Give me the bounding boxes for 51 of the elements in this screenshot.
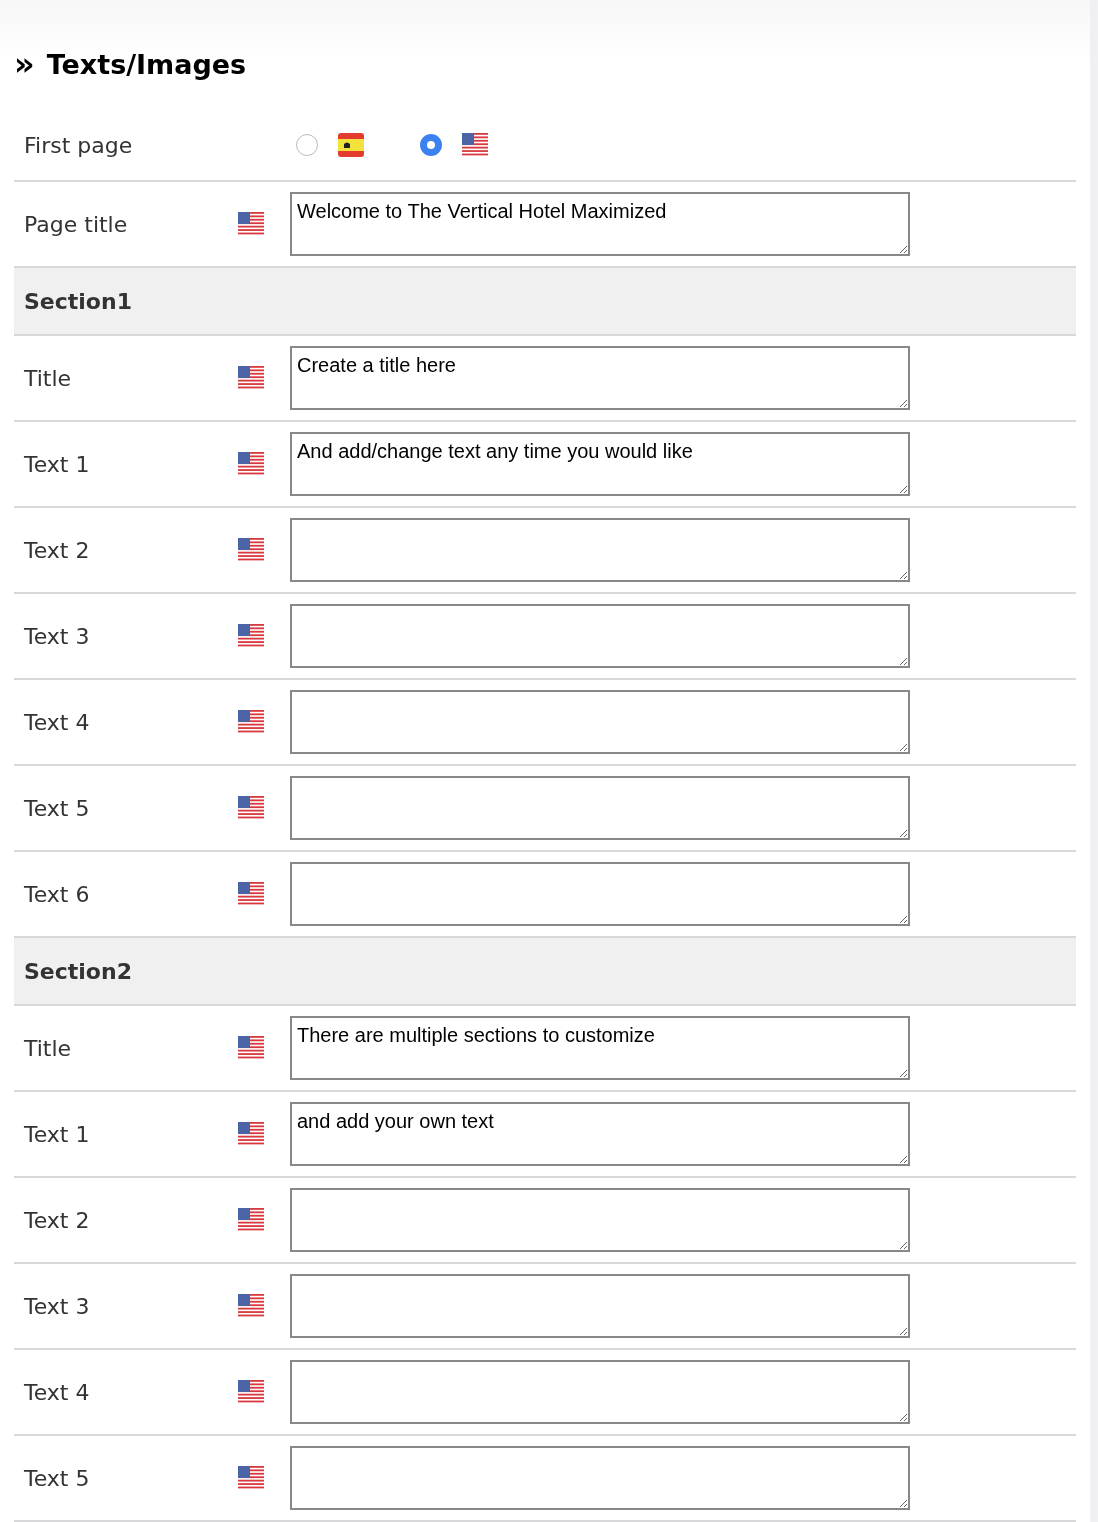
input-field[interactable]: and add your own text (290, 1102, 910, 1166)
input-field[interactable] (290, 1188, 910, 1252)
spain-flag-icon (338, 133, 364, 157)
field-label: Title (23, 1035, 73, 1061)
input-field[interactable] (290, 604, 910, 668)
us-flag-icon (238, 1122, 264, 1146)
input-field[interactable] (290, 862, 910, 926)
us-flag-icon (238, 796, 264, 820)
radio-button[interactable] (296, 134, 318, 156)
input-field[interactable] (290, 690, 910, 754)
input-field[interactable] (290, 776, 910, 840)
section-title: Section1 (24, 288, 132, 314)
field-label: Page title (23, 211, 129, 237)
field-label: Title (23, 365, 73, 391)
us-flag-icon (238, 538, 264, 562)
field-label: Text 3 (23, 623, 91, 649)
section-heading: Texts/Images (46, 48, 247, 80)
field-label: Text 4 (23, 1379, 91, 1405)
double-chevron-icon: » (14, 48, 35, 80)
radio-button[interactable] (420, 134, 442, 156)
us-flag-icon (238, 1466, 264, 1490)
input-field[interactable]: And add/change text any time you would like (290, 432, 910, 496)
input-field[interactable] (290, 1360, 910, 1424)
us-flag-icon (238, 624, 264, 648)
input-field[interactable]: Welcome to The Vertical Hotel Maximized (290, 192, 910, 256)
us-flag-icon (462, 133, 488, 157)
section-title: Section2 (24, 958, 132, 984)
field-label: Text 6 (23, 881, 91, 907)
us-flag-icon (238, 710, 264, 734)
field-label: Text 4 (23, 709, 91, 735)
input-field[interactable] (290, 1446, 910, 1510)
us-flag-icon (238, 882, 264, 906)
field-label: Text 5 (23, 795, 91, 821)
us-flag-icon (238, 1294, 264, 1318)
input-field[interactable]: There are multiple sections to customize (290, 1016, 910, 1080)
us-flag-icon (238, 212, 264, 236)
field-label: Text 2 (23, 1207, 91, 1233)
field-label: First page (23, 132, 134, 158)
us-flag-icon (238, 1380, 264, 1404)
us-flag-icon (238, 1036, 264, 1060)
field-label: Text 1 (23, 451, 91, 477)
input-field[interactable] (290, 518, 910, 582)
us-flag-icon (238, 366, 264, 390)
field-label: Text 5 (23, 1465, 91, 1491)
field-label: Text 1 (23, 1121, 91, 1147)
input-field[interactable]: Create a title here (290, 346, 910, 410)
field-label: Text 3 (23, 1293, 91, 1319)
field-label: Text 2 (23, 537, 91, 563)
us-flag-icon (238, 1208, 264, 1232)
us-flag-icon (238, 452, 264, 476)
input-field[interactable] (290, 1274, 910, 1338)
